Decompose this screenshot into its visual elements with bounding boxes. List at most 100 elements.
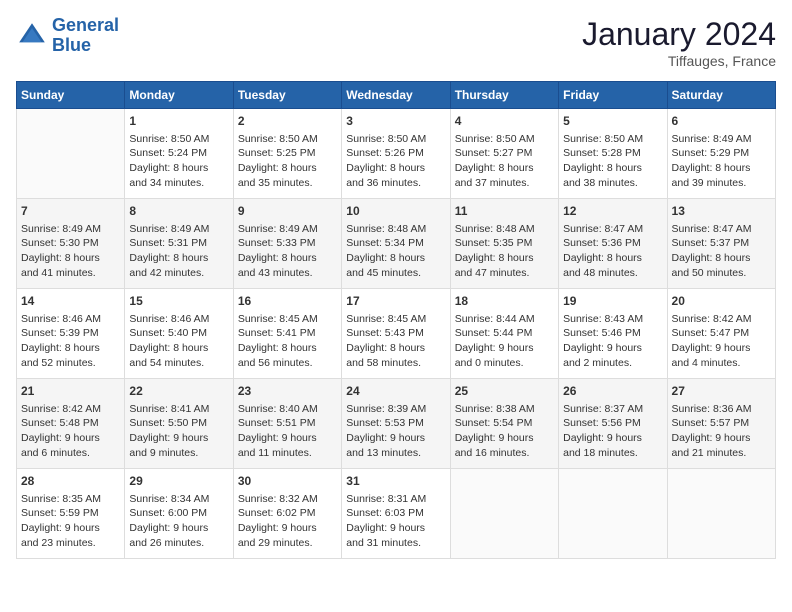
cell-info: Sunset: 5:29 PM	[672, 146, 771, 161]
cell-info: Sunset: 6:02 PM	[238, 506, 337, 521]
cell-info: and 47 minutes.	[455, 266, 554, 281]
logo: General Blue	[16, 16, 119, 56]
calendar-cell: 23Sunrise: 8:40 AMSunset: 5:51 PMDayligh…	[233, 379, 341, 469]
cell-info: Sunset: 5:53 PM	[346, 416, 445, 431]
cell-info: Sunrise: 8:43 AM	[563, 312, 662, 327]
calendar-cell: 9 Sunrise: 8:49 AMSunset: 5:33 PMDaylight…	[233, 199, 341, 289]
cell-info: Sunrise: 8:31 AM	[346, 492, 445, 507]
calendar-cell: 7Sunrise: 8:49 AMSunset: 5:30 PMDaylight…	[17, 199, 125, 289]
cell-info: Daylight: 8 hours	[238, 161, 337, 176]
cell-info: Sunrise: 8:40 AM	[238, 402, 337, 417]
column-header-wednesday: Wednesday	[342, 82, 450, 109]
cell-info: and 23 minutes.	[21, 536, 120, 551]
calendar-cell: 20Sunrise: 8:42 AMSunset: 5:47 PMDayligh…	[667, 289, 775, 379]
cell-info: Daylight: 8 hours	[346, 161, 445, 176]
cell-info: Sunrise: 8:49 AM	[238, 222, 337, 237]
cell-info: Daylight: 9 hours	[455, 341, 554, 356]
calendar-cell: 3Sunrise: 8:50 AMSunset: 5:26 PMDaylight…	[342, 109, 450, 199]
cell-info: Daylight: 8 hours	[238, 251, 337, 266]
column-header-tuesday: Tuesday	[233, 82, 341, 109]
calendar-cell	[450, 469, 558, 559]
cell-info: and 54 minutes.	[129, 356, 228, 371]
day-number: 20	[672, 293, 771, 310]
cell-info: Sunrise: 8:49 AM	[129, 222, 228, 237]
cell-info: Sunset: 5:24 PM	[129, 146, 228, 161]
logo-icon	[16, 20, 48, 52]
cell-info: and 18 minutes.	[563, 446, 662, 461]
title-block: January 2024 Tiffauges, France	[582, 16, 776, 69]
cell-info: Sunrise: 8:47 AM	[563, 222, 662, 237]
cell-info: Daylight: 8 hours	[21, 251, 120, 266]
day-number: 13	[672, 203, 771, 220]
month-title: January 2024	[582, 16, 776, 53]
cell-info: Sunset: 5:57 PM	[672, 416, 771, 431]
cell-info: Sunset: 5:48 PM	[21, 416, 120, 431]
cell-info: Sunrise: 8:41 AM	[129, 402, 228, 417]
day-number: 23	[238, 383, 337, 400]
cell-info: Sunrise: 8:37 AM	[563, 402, 662, 417]
cell-info: and 4 minutes.	[672, 356, 771, 371]
cell-info: Daylight: 8 hours	[238, 341, 337, 356]
day-number: 8	[129, 203, 228, 220]
cell-info: Sunset: 5:35 PM	[455, 236, 554, 251]
cell-info: Daylight: 9 hours	[563, 431, 662, 446]
calendar-header-row: SundayMondayTuesdayWednesdayThursdayFrid…	[17, 82, 776, 109]
cell-info: Sunset: 6:03 PM	[346, 506, 445, 521]
day-number: 24	[346, 383, 445, 400]
cell-info: Sunrise: 8:50 AM	[129, 132, 228, 147]
cell-info: and 34 minutes.	[129, 176, 228, 191]
calendar-cell: 6Sunrise: 8:49 AMSunset: 5:29 PMDaylight…	[667, 109, 775, 199]
calendar-week-row: 1Sunrise: 8:50 AMSunset: 5:24 PMDaylight…	[17, 109, 776, 199]
cell-info: and 43 minutes.	[238, 266, 337, 281]
cell-info: Daylight: 8 hours	[672, 161, 771, 176]
cell-info: Sunrise: 8:34 AM	[129, 492, 228, 507]
cell-info: Sunset: 5:31 PM	[129, 236, 228, 251]
day-number: 9	[238, 203, 337, 220]
cell-info: Sunrise: 8:49 AM	[21, 222, 120, 237]
day-number: 19	[563, 293, 662, 310]
column-header-saturday: Saturday	[667, 82, 775, 109]
cell-info: Sunset: 5:50 PM	[129, 416, 228, 431]
cell-info: Daylight: 9 hours	[346, 521, 445, 536]
calendar-cell: 26Sunrise: 8:37 AMSunset: 5:56 PMDayligh…	[559, 379, 667, 469]
calendar-cell: 15Sunrise: 8:46 AMSunset: 5:40 PMDayligh…	[125, 289, 233, 379]
cell-info: Daylight: 8 hours	[455, 251, 554, 266]
cell-info: and 0 minutes.	[455, 356, 554, 371]
location: Tiffauges, France	[582, 53, 776, 69]
day-number: 21	[21, 383, 120, 400]
calendar-cell	[559, 469, 667, 559]
cell-info: and 48 minutes.	[563, 266, 662, 281]
cell-info: Daylight: 9 hours	[238, 521, 337, 536]
cell-info: Daylight: 9 hours	[21, 431, 120, 446]
cell-info: Sunrise: 8:48 AM	[455, 222, 554, 237]
cell-info: and 9 minutes.	[129, 446, 228, 461]
day-number: 12	[563, 203, 662, 220]
cell-info: Sunrise: 8:50 AM	[346, 132, 445, 147]
cell-info: Sunrise: 8:50 AM	[563, 132, 662, 147]
day-number: 29	[129, 473, 228, 490]
cell-info: Sunrise: 8:42 AM	[672, 312, 771, 327]
cell-info: Daylight: 9 hours	[563, 341, 662, 356]
cell-info: and 26 minutes.	[129, 536, 228, 551]
day-number: 4	[455, 113, 554, 130]
cell-info: Sunrise: 8:38 AM	[455, 402, 554, 417]
cell-info: and 11 minutes.	[238, 446, 337, 461]
cell-info: Daylight: 9 hours	[21, 521, 120, 536]
day-number: 22	[129, 383, 228, 400]
cell-info: Sunset: 5:44 PM	[455, 326, 554, 341]
cell-info: Sunset: 5:33 PM	[238, 236, 337, 251]
cell-info: Sunrise: 8:50 AM	[238, 132, 337, 147]
cell-info: Sunrise: 8:47 AM	[672, 222, 771, 237]
page-header: General Blue January 2024 Tiffauges, Fra…	[16, 16, 776, 69]
cell-info: Sunrise: 8:46 AM	[129, 312, 228, 327]
cell-info: and 6 minutes.	[21, 446, 120, 461]
calendar-cell: 4Sunrise: 8:50 AMSunset: 5:27 PMDaylight…	[450, 109, 558, 199]
day-number: 5	[563, 113, 662, 130]
calendar-cell: 22Sunrise: 8:41 AMSunset: 5:50 PMDayligh…	[125, 379, 233, 469]
calendar-cell	[17, 109, 125, 199]
cell-info: Daylight: 8 hours	[672, 251, 771, 266]
cell-info: and 39 minutes.	[672, 176, 771, 191]
cell-info: and 21 minutes.	[672, 446, 771, 461]
cell-info: Sunset: 5:25 PM	[238, 146, 337, 161]
cell-info: Daylight: 8 hours	[346, 341, 445, 356]
